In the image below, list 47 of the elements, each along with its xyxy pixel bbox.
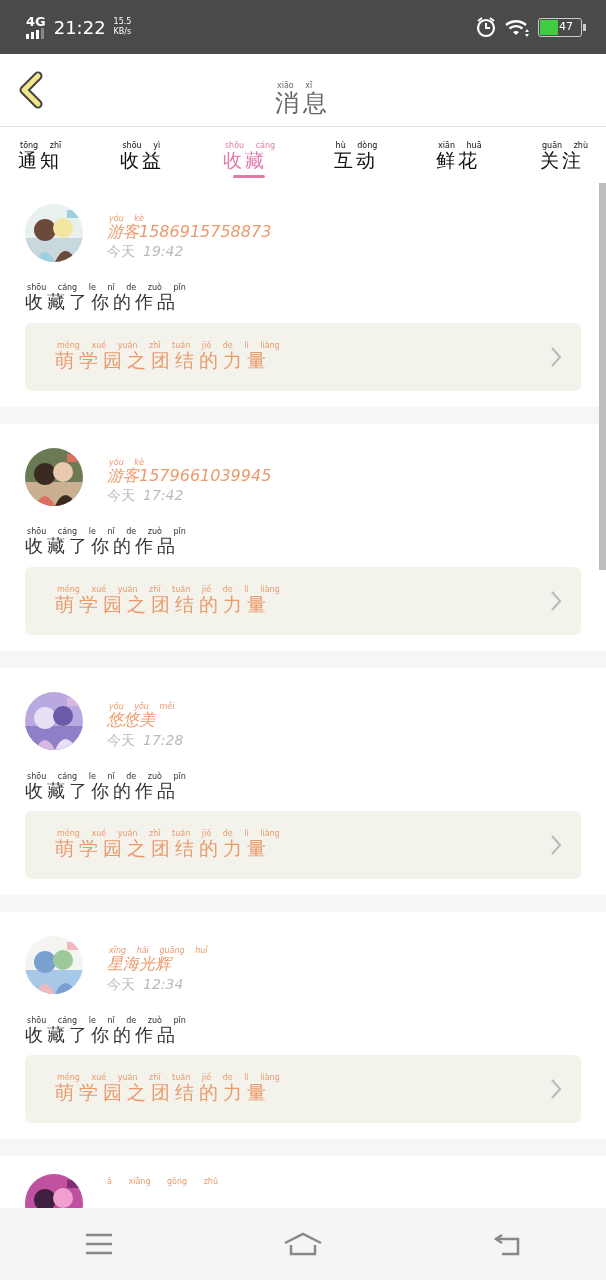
- message-text: 收藏了你的作品: [25, 780, 179, 802]
- message-text-pinyin: shōu cáng le nǐ de zuò pǐn: [26, 284, 186, 293]
- chevron-right-icon: [549, 834, 563, 857]
- message-day: 今天: [107, 241, 135, 263]
- tab[interactable]: xiān huā 鲜花: [428, 142, 490, 180]
- tab[interactable]: guān zhù 关注: [532, 142, 596, 180]
- page-title: 消息: [275, 90, 331, 118]
- back-nav-button[interactable]: [491, 1232, 522, 1256]
- user-name-pinyin: xīng hǎi guāng huī: [108, 947, 208, 956]
- tab[interactable]: shōu yì 收益: [112, 142, 173, 180]
- message-time: 17:28: [143, 730, 184, 750]
- message-time: 17:42: [143, 486, 184, 506]
- menu-button[interactable]: [84, 1232, 115, 1256]
- message-time: 12:34: [143, 974, 184, 994]
- signal-icon: [26, 28, 44, 39]
- message-text: 收藏了你的作品: [25, 292, 179, 314]
- message-text-pinyin: shōu cáng le nǐ de zuò pǐn: [26, 528, 186, 537]
- network-speed: 15.5: [113, 16, 132, 27]
- alarm-icon: [475, 16, 497, 38]
- message-day: 今天: [107, 973, 135, 995]
- message-text-pinyin: shōu cáng le nǐ de zuò pǐn: [26, 772, 186, 781]
- message-time: 19:42: [143, 242, 184, 262]
- speed-unit: KB/s: [113, 27, 132, 38]
- message-text-pinyin: shōu cáng le nǐ de zuò pǐn: [26, 1016, 186, 1025]
- message-text: 收藏了你的作品: [25, 536, 179, 558]
- page-title-pinyin: xiāo xī: [276, 82, 313, 91]
- message-day: 今天: [107, 729, 135, 751]
- user-name-pinyin: yōu yōu měi: [108, 703, 175, 712]
- network-type: 4G: [26, 15, 46, 28]
- user-name: 悠悠美: [107, 711, 155, 730]
- user-name: 游客1579661039945: [107, 467, 272, 486]
- user-name: 游客1586915758873: [107, 223, 272, 242]
- wifi-icon: [505, 17, 530, 37]
- user-name-pinyin: yóu kè: [108, 459, 144, 468]
- battery-percent: 47: [559, 18, 573, 35]
- user-name-pinyin: yóu kè: [108, 215, 144, 223]
- clock-time: 21:22: [53, 15, 106, 40]
- tab[interactable]: hù dòng 互动: [325, 142, 386, 180]
- tab[interactable]: tōng zhī 通知: [10, 142, 70, 180]
- home-button[interactable]: [283, 1231, 323, 1257]
- user-name: 星海光辉: [107, 955, 171, 974]
- chevron-right-icon: [549, 1078, 563, 1101]
- chevron-right-icon: [549, 590, 563, 613]
- message-text: 收藏了你的作品: [25, 1024, 179, 1046]
- chevron-right-icon: [549, 346, 563, 369]
- name-pinyin: ā xiāng gōng zhǔ: [106, 1176, 218, 1189]
- message-day: 今天: [107, 485, 135, 507]
